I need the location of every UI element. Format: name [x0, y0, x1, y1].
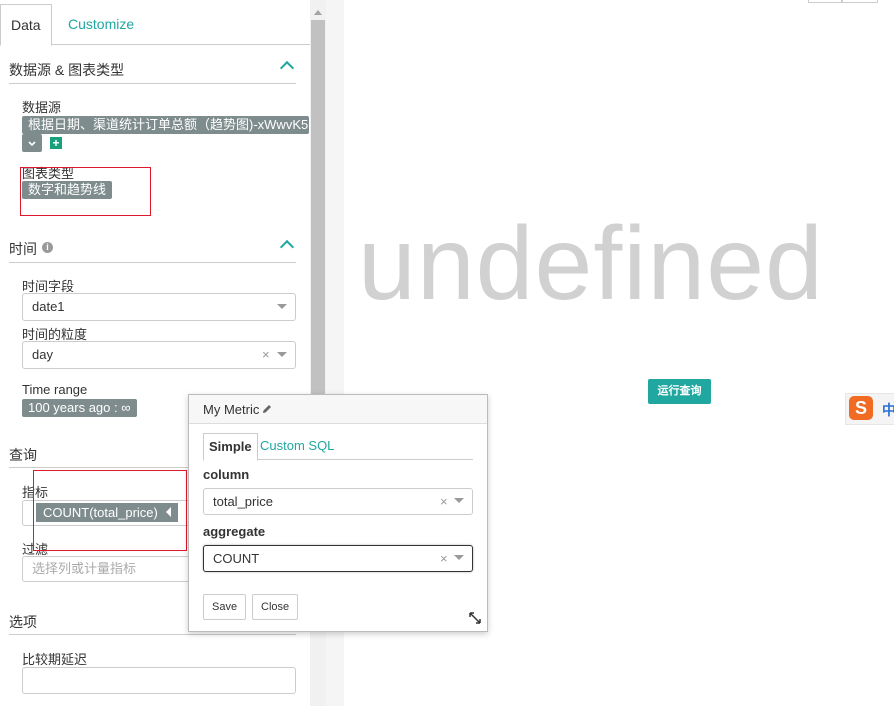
granularity-value: day — [32, 347, 53, 362]
chevron-down-icon — [28, 141, 36, 147]
resize-icon[interactable] — [469, 612, 481, 624]
tab-custom-sql[interactable]: Custom SQL — [260, 433, 334, 459]
caret-down-icon — [454, 498, 464, 503]
time-range-tag[interactable]: 100 years ago : ∞ — [22, 399, 137, 417]
ime-mode[interactable]: 中 — [882, 400, 894, 420]
pencil-icon[interactable] — [262, 404, 272, 414]
big-number: undefined — [358, 206, 824, 322]
caret-down-icon — [454, 555, 464, 560]
highlight-box — [20, 167, 151, 216]
column-value: total_price — [213, 494, 273, 509]
datasource-menu-button[interactable] — [22, 134, 42, 152]
add-datasource-button[interactable]: + — [50, 137, 62, 149]
clear-icon[interactable]: × — [440, 489, 448, 514]
divider — [9, 262, 296, 263]
granularity-select[interactable]: day × — [22, 341, 296, 369]
info-icon[interactable]: i — [42, 242, 53, 253]
tab-simple[interactable]: Simple — [203, 433, 258, 461]
time-field-value: date1 — [32, 299, 65, 314]
divider — [9, 83, 296, 84]
caret-down-icon — [277, 352, 287, 357]
run-query-button[interactable]: 运行查询 — [648, 379, 711, 404]
ime-toolbar[interactable]: S 中 — [845, 393, 894, 425]
sogou-logo-icon: S — [849, 396, 873, 420]
clear-icon[interactable]: × — [440, 546, 448, 571]
toolbar-button[interactable] — [808, 0, 842, 3]
save-button[interactable]: Save — [203, 594, 247, 620]
compare-lag-label: 比较期延迟 — [22, 652, 88, 667]
time-section-title[interactable]: 时间 — [9, 239, 37, 259]
column-select[interactable]: total_price × — [203, 488, 473, 515]
scroll-up-icon[interactable] — [314, 10, 322, 15]
datasource-tag[interactable]: 根据日期、渠道统计订单总额（趋势图)-xWwvK5F — [22, 116, 309, 134]
options-section-title[interactable]: 选项 — [9, 612, 37, 632]
popover-header: My Metric — [189, 395, 487, 424]
tab-data[interactable]: Data — [0, 4, 52, 46]
compare-lag-input[interactable] — [22, 667, 296, 694]
column-label: column — [203, 467, 250, 482]
chevron-up-icon[interactable] — [279, 239, 295, 255]
toolbar-button[interactable] — [842, 0, 878, 3]
aggregate-value: COUNT — [213, 551, 260, 566]
close-button[interactable]: Close — [252, 594, 299, 620]
caret-down-icon — [277, 304, 287, 309]
tab-customize[interactable]: Customize — [58, 4, 144, 44]
clear-icon[interactable]: × — [262, 342, 270, 368]
divider — [9, 634, 296, 635]
datasource-section-title[interactable]: 数据源 & 图表类型 — [9, 60, 124, 80]
aggregate-select[interactable]: COUNT × — [203, 545, 473, 572]
metric-popover: My Metric Simple Custom SQL column total… — [188, 394, 488, 632]
panel-tabs: Data Customize — [0, 0, 310, 46]
time-range-label: Time range — [22, 382, 88, 397]
chevron-up-icon[interactable] — [279, 60, 295, 76]
popover-title[interactable]: My Metric — [203, 402, 259, 417]
time-field-select[interactable]: date1 — [22, 293, 296, 321]
plus-icon: + — [52, 136, 60, 150]
query-section-title[interactable]: 查询 — [9, 445, 37, 465]
highlight-box — [33, 470, 187, 551]
datasource-label: 数据源 — [22, 100, 62, 115]
filter-placeholder: 选择列或计量指标 — [32, 561, 137, 576]
aggregate-label: aggregate — [203, 524, 266, 539]
